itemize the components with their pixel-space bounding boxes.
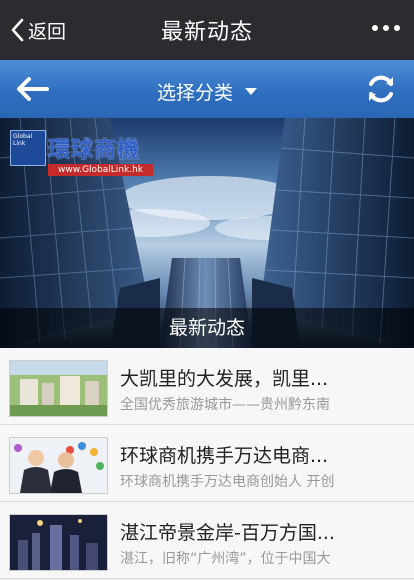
list-item[interactable]: 环球商机携手万达电商... 环球商机携手万达电商创始人 开创 (0, 425, 414, 502)
ellipsis-icon (372, 25, 378, 31)
category-dropdown[interactable]: 选择分类 (0, 78, 414, 105)
title-bar: 返回 最新动态 (0, 0, 414, 60)
news-title: 环球商机携手万达电商... (120, 445, 329, 467)
category-label: 选择分类 (156, 82, 233, 104)
category-bar: 选择分类 (0, 60, 414, 118)
news-title: 大凯里的大发展，凯里... (120, 368, 329, 390)
news-summary: 湛江，旧称“广州湾”，位于中国大 (120, 551, 331, 567)
news-title: 湛江帝景金岸-百万方国... (120, 522, 335, 544)
list-item[interactable]: 湛江帝景金岸-百万方国... 湛江，旧称“广州湾”，位于中国大 (0, 502, 414, 579)
logo-brand: 環球商機 (48, 138, 141, 163)
thumbnail-city-aerial (9, 360, 108, 417)
global-link-logo: Global Link 環球商機 www.GlobalLink.hk (10, 130, 153, 178)
thumbnail-night-skyline (9, 514, 108, 571)
news-summary: 环球商机携手万达电商创始人 开创 (120, 474, 335, 490)
caret-down-icon (245, 88, 257, 95)
list-item[interactable]: 大凯里的大发展，凯里... 全国优秀旅游城市——贵州黔东南 (0, 348, 414, 425)
logo-mark: Global Link (10, 130, 46, 166)
news-list: 大凯里的大发展，凯里... 全国优秀旅游城市——贵州黔东南 环球商机携手万达电商… (0, 348, 414, 579)
news-summary: 全国优秀旅游城市——贵州黔东南 (120, 397, 330, 413)
page-title: 最新动态 (160, 20, 253, 45)
more-button[interactable] (372, 25, 400, 31)
refresh-icon[interactable] (364, 72, 398, 106)
banner-caption: 最新动态 (0, 308, 414, 348)
banner[interactable]: Global Link 環球商機 www.GlobalLink.hk 最新动态 (0, 118, 414, 348)
thumbnail-two-businessmen (9, 437, 108, 494)
logo-url: www.GlobalLink.hk (48, 164, 153, 176)
